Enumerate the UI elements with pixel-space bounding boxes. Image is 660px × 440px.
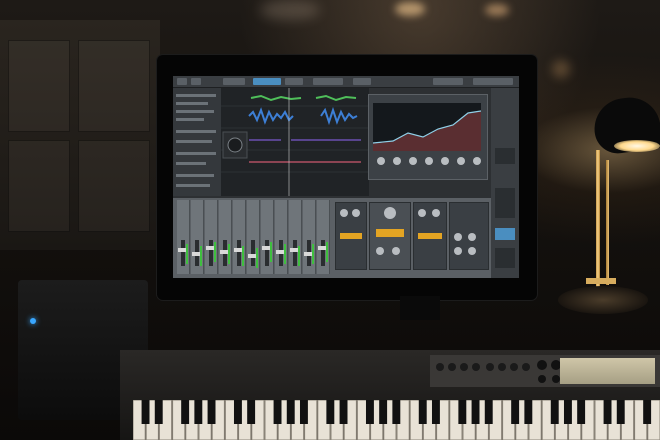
black-key[interactable] [299,400,308,424]
black-key[interactable] [524,400,533,424]
eq-knob[interactable] [473,157,481,165]
right-zone-panel [491,88,519,278]
toolbar-button[interactable] [253,78,281,85]
channel-strip[interactable] [275,200,288,274]
black-key[interactable] [181,400,190,424]
lamp-arm-joint [586,278,616,284]
black-key[interactable] [207,400,216,424]
black-key[interactable] [286,400,295,424]
eq-knob[interactable] [409,157,417,165]
black-key[interactable] [458,400,467,424]
channel-strip[interactable] [233,200,246,274]
eq-curve [372,110,482,151]
daw-toolbar [173,76,519,88]
black-key[interactable] [643,400,652,424]
toolbar-button[interactable] [313,78,343,85]
channel-strip[interactable] [219,200,232,274]
channel-strip-plugin[interactable] [413,202,447,270]
eq-knob[interactable] [457,157,465,165]
right-panel-controls [495,148,515,268]
studio-scene [0,0,660,440]
toolbar-button[interactable] [191,78,201,85]
piano-keys[interactable] [132,399,660,440]
black-key[interactable] [273,400,282,424]
black-key[interactable] [577,400,586,424]
lamp-base [558,286,648,314]
arrange-tracks[interactable] [221,88,369,196]
mixer-console [173,198,491,278]
black-key[interactable] [326,400,335,424]
bokeh-light [485,4,509,16]
synth-lcd-display [560,358,655,384]
black-key[interactable] [194,400,203,424]
black-key[interactable] [550,400,559,424]
waveform-display [221,88,369,196]
eq-knob[interactable] [425,157,433,165]
black-key[interactable] [484,400,493,424]
channel-strip-plugin[interactable] [335,202,367,270]
black-key[interactable] [471,400,480,424]
black-key[interactable] [603,400,612,424]
bokeh-light [395,2,425,16]
black-key[interactable] [365,400,374,424]
black-key[interactable] [154,400,163,424]
toolbar-button[interactable] [353,78,371,85]
bokeh-light [260,0,320,20]
channel-strip[interactable] [247,200,260,274]
bokeh-light [552,60,570,78]
black-key[interactable] [418,400,427,424]
channel-strip[interactable] [177,200,190,274]
toolbar-button[interactable] [433,78,463,85]
black-key[interactable] [247,400,256,424]
black-key[interactable] [141,400,150,424]
toolbar-button[interactable] [177,78,187,85]
track-inspector [173,88,221,196]
toolbar-button[interactable] [285,78,303,85]
daw-screen [173,76,519,278]
channel-strip[interactable] [317,200,330,274]
eq-knob[interactable] [441,157,449,165]
channel-strip[interactable] [289,200,302,274]
glass-cabinet [0,20,160,250]
eq-knob[interactable] [393,157,401,165]
eq-plugin-window[interactable] [368,94,488,180]
compressor-plugin[interactable] [369,202,411,270]
channel-strip-plugin[interactable] [449,202,489,270]
black-key[interactable] [616,400,625,424]
channel-strip[interactable] [303,200,316,274]
black-key[interactable] [233,400,242,424]
eq-curve-display[interactable] [372,103,482,151]
black-key[interactable] [511,400,520,424]
toolbar-button[interactable] [473,78,513,85]
eq-knob[interactable] [377,157,385,165]
black-key[interactable] [431,400,440,424]
channel-strip[interactable] [205,200,218,274]
toolbar-button[interactable] [223,78,245,85]
lamp-bulb-icon [614,140,660,152]
power-led-icon [30,318,36,324]
black-key[interactable] [339,400,348,424]
black-key[interactable] [392,400,401,424]
black-key[interactable] [379,400,388,424]
piano-keys-drawing [132,399,660,440]
channel-strip[interactable] [191,200,204,274]
channel-strip[interactable] [261,200,274,274]
lamp-arm [606,160,609,285]
black-key[interactable] [563,400,572,424]
lamp-arm [596,150,600,290]
monitor-stand [400,296,440,320]
